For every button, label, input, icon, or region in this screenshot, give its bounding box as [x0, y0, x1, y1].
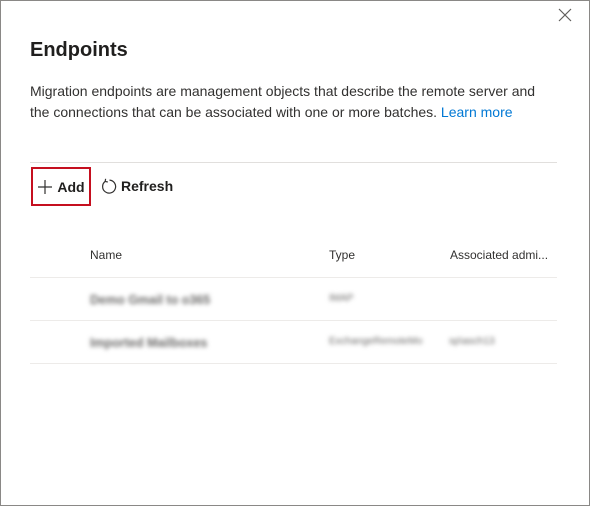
row-type-cell: ExchangeRemoteMo	[329, 336, 423, 347]
row-name-cell: Imported Mailboxes	[90, 336, 208, 350]
close-button[interactable]	[553, 3, 577, 27]
close-icon	[558, 8, 572, 22]
toolbar-divider	[30, 162, 557, 163]
learn-more-link[interactable]: Learn more	[441, 104, 513, 120]
column-header-name[interactable]: Name	[90, 248, 122, 262]
row-admin-cell: sp\asch13	[449, 336, 495, 347]
row-type-cell: IMAP	[329, 293, 354, 304]
column-header-associated-admin[interactable]: Associated admi...	[450, 248, 548, 262]
endpoints-panel: Endpoints Migration endpoints are manage…	[0, 0, 590, 506]
row-name-cell: Demo Gmail to o365	[90, 293, 211, 307]
add-button[interactable]: Add	[31, 167, 91, 206]
column-header-type[interactable]: Type	[329, 248, 355, 262]
table-row[interactable]: Demo Gmail to o365 IMAP	[30, 278, 557, 321]
refresh-button-label: Refresh	[121, 178, 174, 194]
table-row[interactable]: Imported Mailboxes ExchangeRemoteMo sp\a…	[30, 321, 557, 364]
plus-icon	[38, 179, 53, 194]
panel-description: Migration endpoints are management objec…	[30, 81, 550, 123]
refresh-button[interactable]: Refresh	[100, 175, 173, 197]
table-header: Name Type Associated admi...	[30, 233, 557, 278]
refresh-icon	[102, 178, 117, 194]
page-title: Endpoints	[30, 39, 128, 61]
add-button-label: Add	[57, 178, 85, 195]
